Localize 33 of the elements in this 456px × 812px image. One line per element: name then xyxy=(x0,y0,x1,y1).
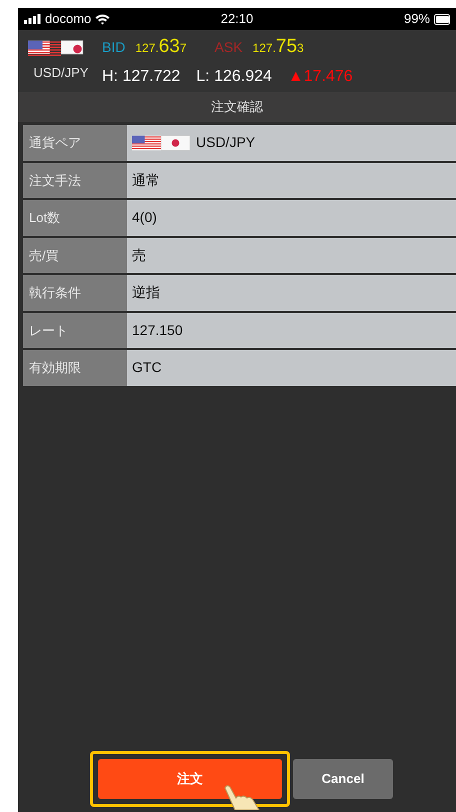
field-value: USD/JPY xyxy=(196,133,256,152)
field-label: Lot数 xyxy=(23,200,127,236)
field-value: 逆指 xyxy=(132,283,160,302)
clock-time: 22:10 xyxy=(220,10,254,28)
pair-name: USD/JPY xyxy=(34,64,88,82)
battery-icon xyxy=(434,14,450,24)
field-value: 4(0) xyxy=(132,208,157,228)
screen-title: 注文確認 xyxy=(211,98,263,116)
field-label: 売/買 xyxy=(23,238,127,273)
field-label: 執行条件 xyxy=(23,275,127,310)
low-price: L: 126.924 xyxy=(196,67,272,88)
cancel-button[interactable]: Cancel xyxy=(293,759,393,799)
signal-icon xyxy=(24,14,41,24)
ask-price: 127.753 xyxy=(252,34,304,59)
field-value: 売 xyxy=(132,246,146,265)
bid-price: 127.637 xyxy=(135,34,187,59)
field-label: 有効期限 xyxy=(23,350,127,386)
bid-label: BID xyxy=(102,38,126,57)
field-value: 通常 xyxy=(132,170,160,190)
field-label: 注文手法 xyxy=(23,162,127,198)
field-value: 127.150 xyxy=(132,320,183,340)
high-price: H: 127.722 xyxy=(102,67,180,88)
us-flag-icon xyxy=(132,134,161,152)
price-change: ▲17.476 xyxy=(288,67,353,88)
ask-label: ASK xyxy=(214,38,243,57)
field-label: レート xyxy=(23,312,127,348)
battery-percent: 99% xyxy=(404,10,430,28)
field-value: GTC xyxy=(132,358,162,378)
wifi-icon xyxy=(95,14,110,24)
japan-flag-icon xyxy=(161,134,190,152)
order-button[interactable]: 注文 xyxy=(98,759,282,799)
carrier-name: docomo xyxy=(45,10,92,28)
field-label: 通貨ペア xyxy=(23,125,127,160)
